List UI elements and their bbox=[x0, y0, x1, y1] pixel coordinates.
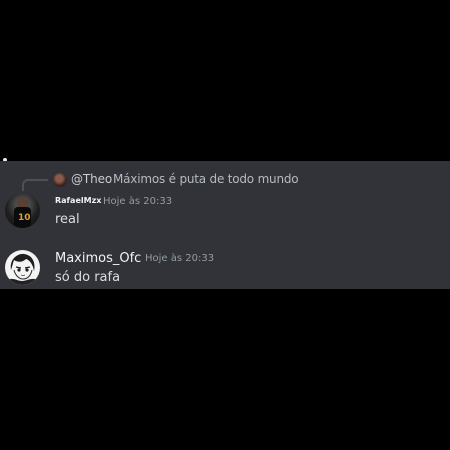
avatar-maximos-ofc[interactable] bbox=[5, 250, 40, 285]
message-content: real bbox=[55, 212, 80, 227]
reply-mention[interactable]: @Theo bbox=[71, 172, 112, 186]
message-timestamp: Hoje às 20:33 bbox=[145, 253, 215, 264]
reply-preview-text[interactable]: Máximos é puta de todo mundo bbox=[113, 172, 299, 186]
avatar-jersey-number-shape: 10 bbox=[18, 213, 31, 223]
message-author[interactable]: Maximos_Ofc bbox=[55, 251, 141, 266]
reply-avatar-icon[interactable] bbox=[53, 173, 67, 187]
avatar-rafaelmzx[interactable]: 10 bbox=[5, 193, 40, 228]
screenshot-stage: @Theo Máximos é puta de todo mundo 10 Ra… bbox=[0, 0, 450, 450]
message-content: só do rafa bbox=[55, 270, 121, 285]
message-author[interactable]: RafaelMzx bbox=[55, 196, 101, 205]
anime-face-icon bbox=[8, 253, 37, 285]
message-timestamp: Hoje às 20:33 bbox=[103, 196, 173, 207]
reply-spine bbox=[22, 179, 48, 191]
